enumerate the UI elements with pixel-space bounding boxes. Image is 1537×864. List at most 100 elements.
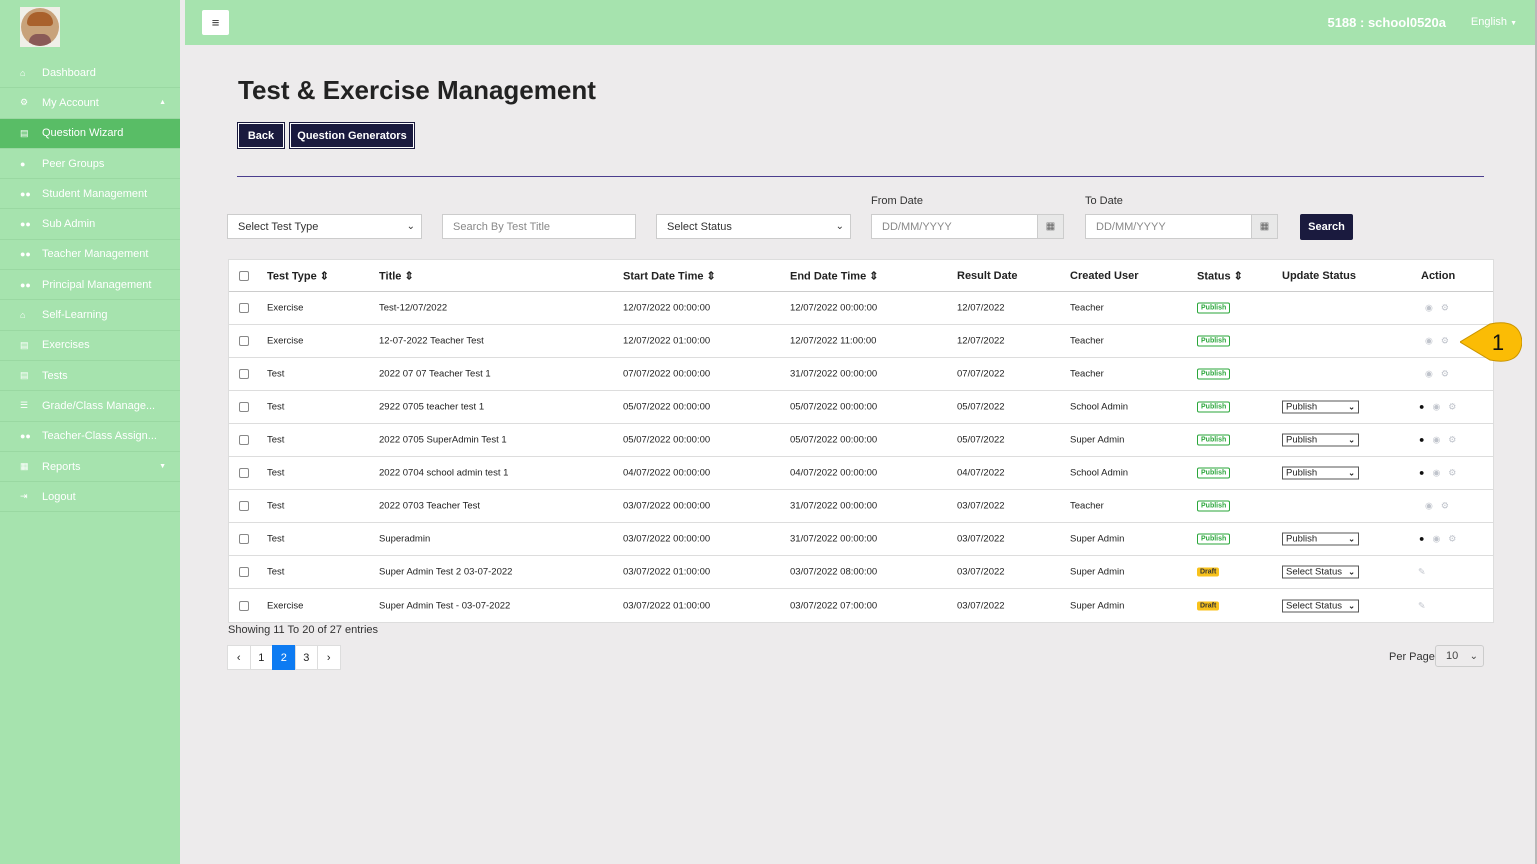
action-icons: ● ◉ ⚙ <box>1419 402 1456 413</box>
eye-icon[interactable]: ◉ <box>1425 369 1433 380</box>
status-badge: Publish <box>1197 467 1231 479</box>
sidebar-item-label: Dashboard <box>42 66 96 79</box>
user-icon[interactable]: ● <box>1419 534 1424 545</box>
sidebar-item-question-wizard[interactable]: ▤ Question Wizard <box>0 118 180 149</box>
user-icon: ● <box>20 158 26 169</box>
gear-icon[interactable]: ⚙ <box>1448 435 1456 446</box>
search-button[interactable]: Search <box>1300 214 1353 240</box>
action-icons: ◉ ⚙ <box>1425 501 1449 512</box>
row-checkbox[interactable] <box>239 567 249 577</box>
from-date-input[interactable]: DD/MM/YYYY <box>871 214 1038 239</box>
update-status-select[interactable]: Select Status ⌄ <box>1282 599 1359 612</box>
cell-title: Test-12/07/2022 <box>379 302 448 314</box>
cell-end: 03/07/2022 08:00:00 <box>790 566 878 578</box>
row-checkbox[interactable] <box>239 402 249 412</box>
eye-icon[interactable]: ◉ <box>1432 534 1440 545</box>
eye-icon[interactable]: ◉ <box>1425 336 1433 347</box>
sidebar-item-exercises[interactable]: ▤ Exercises <box>0 331 180 361</box>
to-date-placeholder: DD/MM/YYYY <box>1096 220 1166 233</box>
back-button[interactable]: Back <box>237 122 285 149</box>
callout-marker: 1 <box>1460 322 1522 362</box>
sidebar-item-teacher-management[interactable]: ●● Teacher Management <box>0 240 180 271</box>
page-button[interactable]: 3 <box>294 645 318 670</box>
calendar-icon[interactable]: ▦ <box>1251 214 1278 239</box>
user-icon[interactable]: ● <box>1419 468 1424 479</box>
sidebar-item-tests[interactable]: ▤ Tests <box>0 361 180 392</box>
chevron-down-icon: ⌄ <box>835 221 844 232</box>
update-status-select[interactable]: Publish ⌄ <box>1282 532 1359 546</box>
cell-end: 12/07/2022 11:00:00 <box>790 335 877 347</box>
cell-start: 03/07/2022 00:00:00 <box>623 533 711 545</box>
sidebar-item-student-management[interactable]: ●● Student Management <box>0 179 180 210</box>
gear-icon[interactable]: ⚙ <box>1448 468 1456 479</box>
row-checkbox[interactable] <box>239 435 249 445</box>
column-header: Start Date Time ⇕ <box>623 270 716 282</box>
row-checkbox[interactable] <box>239 336 249 346</box>
eye-icon[interactable]: ◉ <box>1425 303 1433 314</box>
table-header: Test Type ⇕ Title ⇕ Start Date Time ⇕ End D… <box>229 260 1493 292</box>
row-checkbox[interactable] <box>239 303 249 313</box>
eye-icon[interactable]: ◉ <box>1432 402 1440 413</box>
home-icon: ⌂ <box>20 310 26 321</box>
cell-user: Teacher <box>1070 302 1104 314</box>
language-dropdown[interactable]: English ▼ <box>1471 16 1517 28</box>
sidebar-item-sub-admin[interactable]: ●● Sub Admin <box>0 209 180 240</box>
sidebar-item-label: Principal Management <box>42 278 152 291</box>
gear-icon[interactable]: ⚙ <box>1441 501 1449 512</box>
eye-icon[interactable]: ◉ <box>1432 468 1440 479</box>
select-all-checkbox[interactable] <box>239 270 249 281</box>
gear-icon[interactable]: ⚙ <box>1441 336 1449 347</box>
user-icon[interactable]: ● <box>1419 435 1424 446</box>
update-status-select[interactable]: Publish ⌄ <box>1282 433 1359 447</box>
cell-title: Super Admin Test 2 03-07-2022 <box>379 566 513 578</box>
search-input[interactable]: Search By Test Title <box>442 214 636 239</box>
update-status-select[interactable]: Select Status ⌄ <box>1282 565 1359 579</box>
table-row: Test 2022 0705 SuperAdmin Test 1 05/07/202… <box>229 424 1493 457</box>
table-row: Test 2022 07 07 Teacher Test 1 07/07/2022 … <box>229 358 1493 391</box>
eye-icon[interactable]: ◉ <box>1432 435 1440 446</box>
table-row: Test 2022 0704 school admin test 1 04/07/2… <box>229 457 1493 490</box>
table-icon: ▦ <box>20 461 29 471</box>
status-select[interactable]: Select Status ⌄ <box>656 214 851 239</box>
update-status-select[interactable]: Publish ⌄ <box>1282 466 1359 480</box>
page-button[interactable]: 1 <box>249 645 273 670</box>
sidebar-item-logout[interactable]: ⇥ Logout <box>0 482 180 513</box>
to-date-input[interactable]: DD/MM/YYYY <box>1085 214 1252 239</box>
row-checkbox[interactable] <box>239 501 249 511</box>
pencil-icon[interactable]: ✎ <box>1418 600 1426 611</box>
user-icon[interactable]: ● <box>1419 402 1424 413</box>
gear-icon[interactable]: ⚙ <box>1448 534 1456 545</box>
row-checkbox[interactable] <box>239 600 249 611</box>
chevron-down-icon: ⌄ <box>1348 402 1355 412</box>
sidebar-item-teacher-class-assign[interactable]: ●● Teacher-Class Assign... <box>0 422 180 452</box>
test-type-select[interactable]: Select Test Type ⌄ <box>227 214 422 239</box>
page-button[interactable]: 2 <box>272 645 296 670</box>
question-generators-button[interactable]: Question Generators <box>289 122 415 149</box>
sidebar-item-peer-groups[interactable]: ● Peer Groups <box>0 149 180 180</box>
cell-result: 04/07/2022 <box>957 467 1005 479</box>
cell-type: Test <box>267 533 285 545</box>
cell-title: 12-07-2022 Teacher Test <box>379 335 484 347</box>
gear-icon[interactable]: ⚙ <box>1441 369 1449 380</box>
calendar-icon[interactable]: ▦ <box>1037 214 1064 239</box>
sidebar-item-self-learning[interactable]: ⌂ Self-Learning <box>0 300 180 331</box>
row-checkbox[interactable] <box>239 369 249 379</box>
eye-icon[interactable]: ◉ <box>1425 501 1433 512</box>
sidebar-item-grade-class-manage[interactable]: ☰ Grade/Class Manage... <box>0 391 180 422</box>
cell-user: Super Admin <box>1070 566 1125 578</box>
menu-toggle-button[interactable]: ≡ <box>202 10 229 35</box>
gear-icon[interactable]: ⚙ <box>1448 402 1456 413</box>
avatar[interactable] <box>20 7 60 47</box>
next-page-button[interactable]: › <box>317 645 341 670</box>
pencil-icon[interactable]: ✎ <box>1418 567 1426 578</box>
row-checkbox[interactable] <box>239 534 249 544</box>
gear-icon[interactable]: ⚙ <box>1441 303 1449 314</box>
update-status-select[interactable]: Publish ⌄ <box>1282 400 1359 414</box>
sidebar-item-principal-management[interactable]: ●● Principal Management <box>0 270 180 301</box>
prev-page-button[interactable]: ‹ <box>227 645 251 670</box>
row-checkbox[interactable] <box>239 468 249 478</box>
per-page-select[interactable]: 10 ⌄ <box>1435 645 1484 667</box>
sidebar-item-dashboard[interactable]: ⌂ Dashboard <box>0 58 180 89</box>
sidebar-item-my-account[interactable]: ⚙ My Account ▲ <box>0 88 180 119</box>
sidebar-item-reports[interactable]: ▦ Reports ▼ <box>0 452 180 483</box>
